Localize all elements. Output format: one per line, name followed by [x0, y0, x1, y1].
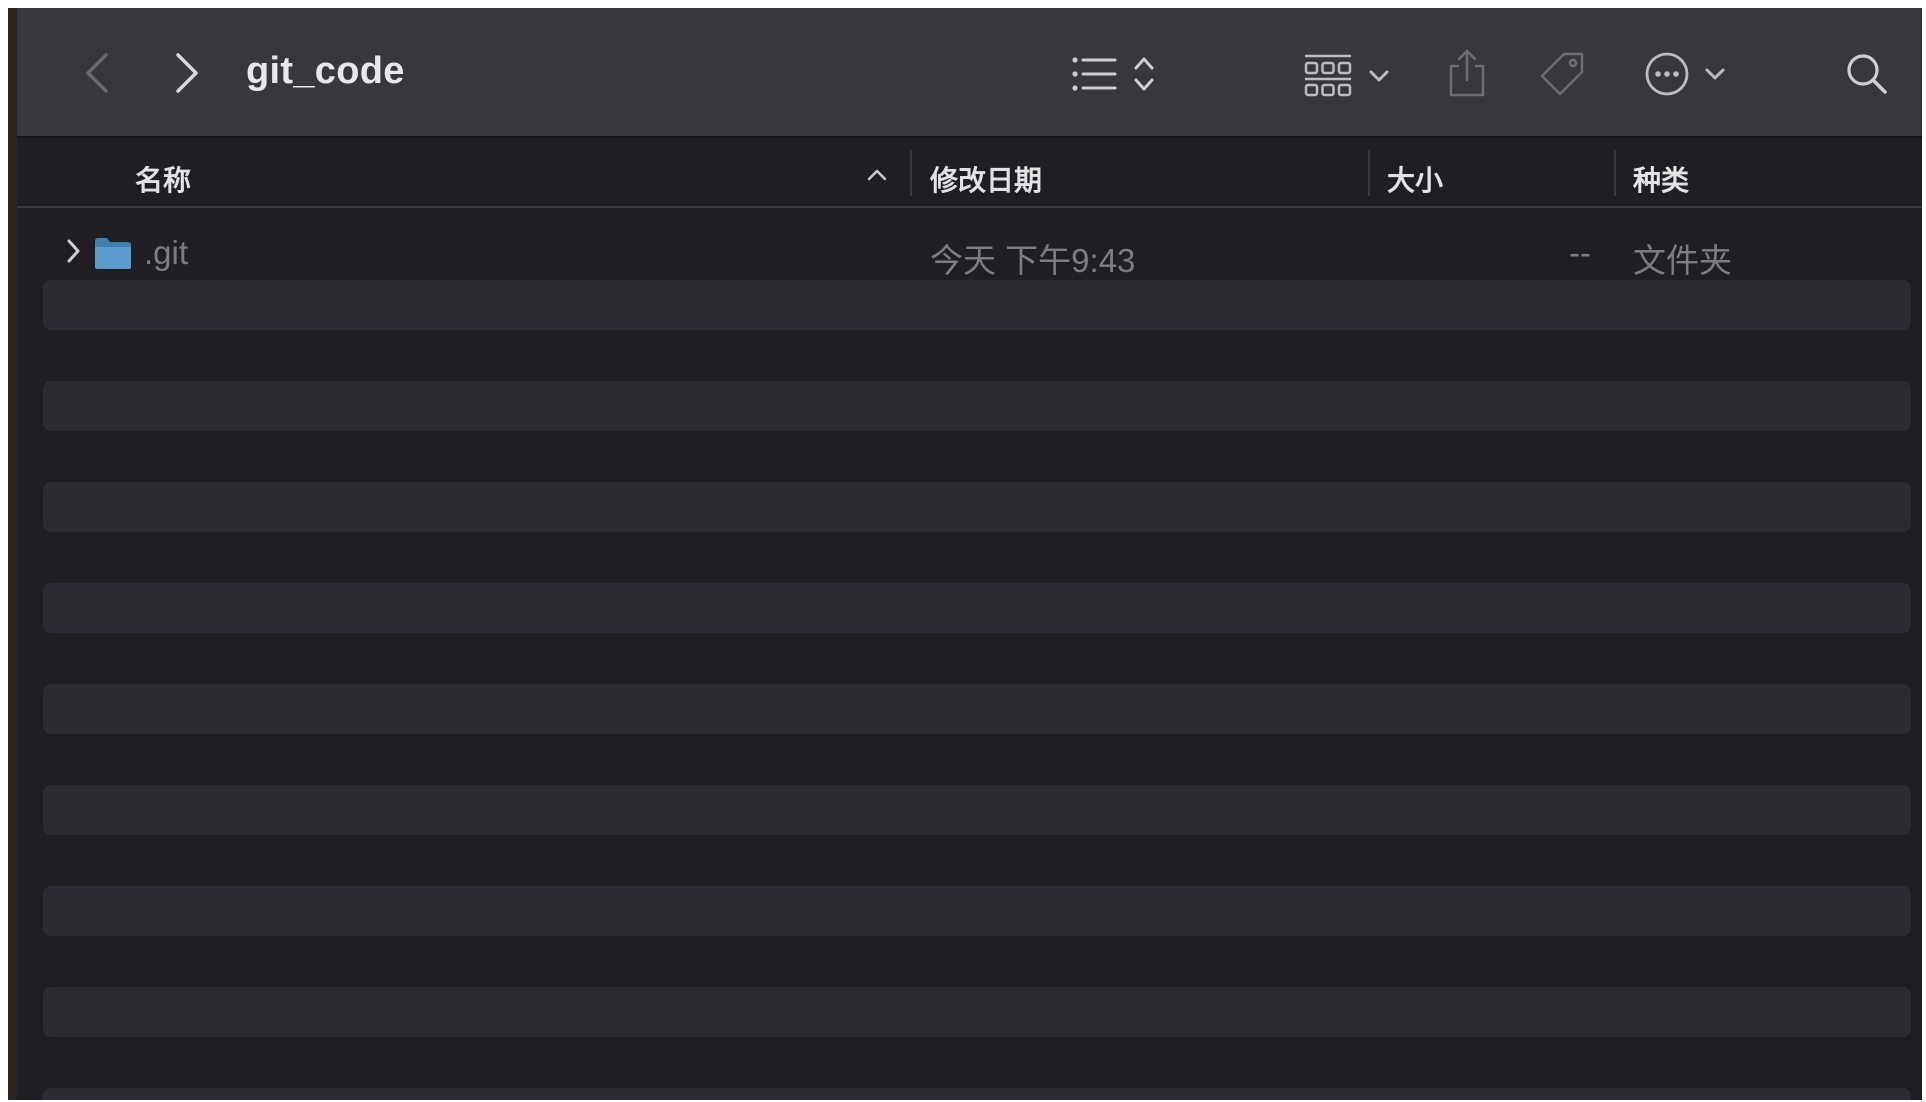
column-header-name[interactable]: 名称 [135, 159, 191, 199]
table-row[interactable]: .git 今天 下午9:43 -- 文件夹 [17, 226, 1922, 279]
chevron-right-icon [176, 53, 198, 93]
back-button[interactable] [72, 43, 122, 103]
ellipsis-circle-icon [1645, 52, 1689, 96]
chevron-up-icon[interactable] [866, 168, 888, 182]
share-icon [1449, 49, 1485, 97]
forward-button[interactable] [162, 43, 212, 103]
more-actions-button[interactable] [1635, 44, 1735, 104]
search-button[interactable] [1837, 46, 1897, 102]
grid-icon [1304, 54, 1352, 97]
row-stripe [43, 583, 1911, 633]
column-divider[interactable] [1368, 150, 1370, 196]
row-stripe [43, 987, 1911, 1037]
list-icon [1072, 57, 1117, 91]
row-stripe [43, 280, 1911, 330]
column-header-kind[interactable]: 种类 [1633, 159, 1689, 199]
share-button[interactable] [1437, 42, 1497, 104]
tag-button[interactable] [1532, 46, 1592, 102]
chevron-left-icon [86, 53, 108, 93]
column-divider[interactable] [1614, 150, 1616, 196]
row-stripe [43, 381, 1911, 431]
column-header-size[interactable]: 大小 [1387, 159, 1443, 199]
chevron-down-icon [1705, 68, 1725, 80]
tag-icon [1540, 52, 1584, 96]
file-kind: 文件夹 [1633, 242, 1732, 279]
column-divider[interactable] [910, 150, 912, 196]
chevron-down-icon [1369, 70, 1389, 82]
finder-window: git_code 名称 修改日期 大小 种类 .git 今天 下午9:43 --… [8, 8, 1922, 1100]
row-stripe [43, 1088, 1911, 1100]
up-down-chevron-icon [1134, 57, 1154, 91]
column-header: 名称 修改日期 大小 种类 [17, 138, 1922, 208]
row-stripe [43, 482, 1911, 532]
column-header-modified[interactable]: 修改日期 [930, 159, 1042, 199]
window-title: git_code [246, 50, 405, 92]
row-stripe [43, 785, 1911, 835]
search-icon [1847, 54, 1887, 94]
disclosure-triangle-icon[interactable] [65, 238, 81, 264]
file-list: .git 今天 下午9:43 -- 文件夹 [17, 208, 1922, 1100]
file-modified: 今天 下午9:43 [930, 242, 1136, 279]
toolbar: git_code [17, 8, 1922, 138]
window-edge [8, 8, 17, 1100]
file-name: .git [144, 234, 189, 271]
row-stripe [43, 886, 1911, 936]
row-stripe [43, 684, 1911, 734]
file-size: -- [1569, 234, 1591, 271]
folder-icon [95, 238, 131, 269]
group-button[interactable] [1297, 48, 1397, 104]
view-options-button[interactable] [1064, 46, 1164, 102]
